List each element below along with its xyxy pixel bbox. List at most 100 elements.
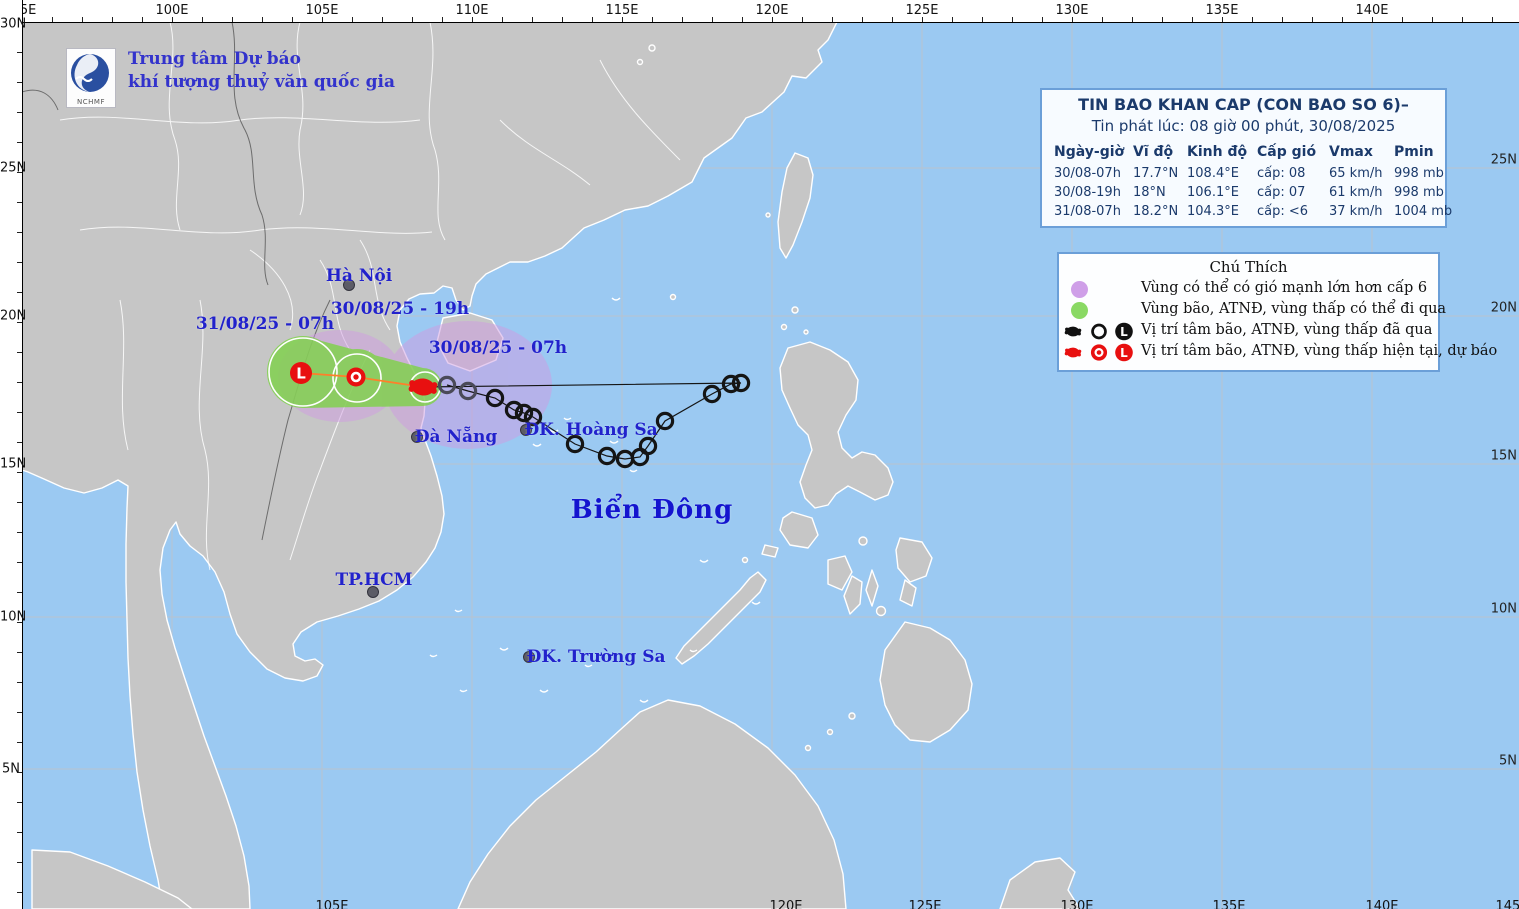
latitude-tick [17,292,22,293]
latitude-tick [17,832,22,833]
latitude-tick [17,862,22,863]
longitude-tick [1132,17,1133,22]
city-label: ĐK. Trường Sa [526,647,666,667]
longitude-label-bottom: 140E [1365,899,1399,909]
longitude-tick [1312,17,1313,22]
land-islet [669,293,677,301]
latitude-tick [17,382,22,383]
latitude-label-right: 20N [1490,300,1517,316]
land-islet [741,556,749,564]
legend-marker-icon [1064,346,1082,359]
latitude-label: 5N [2,761,20,777]
longitude-tick [112,17,113,22]
longitude-label-bottom: 130E [1060,899,1094,909]
longitude-tick [802,17,803,22]
city-label: Đà Nẵng [414,427,498,447]
longitude-tick [82,17,83,22]
forecast-table-header: Kinh độ [1187,144,1248,160]
latitude-tick [17,202,22,203]
longitude-label: 125E [905,3,939,18]
latitude-label-right: 10N [1490,601,1517,617]
longitude-label-bottom: 120E [769,899,803,909]
longitude-label-bottom: 125E [908,899,942,909]
longitude-tick [1432,17,1433,22]
land-islet [765,212,771,218]
legend-symbol-green-area [1059,300,1139,321]
forecast-table-header: Ngày-giờ [1054,144,1125,160]
forecast-table-cell: 17.7°N [1133,166,1179,181]
latitude-tick [17,892,22,893]
legend-item: Vị trí tâm bão, ATNĐ, vùng thấp hiện tại… [1059,342,1497,363]
city-label: Hà Nội [325,266,393,286]
longitude-label: 115E [605,3,639,18]
forecast-table-cell: 108.4°E [1187,166,1239,181]
forecast-table-cell: 65 km/h [1329,166,1383,181]
latitude-tick [17,352,22,353]
latitude-tick [17,682,22,683]
forecast-table-cell: 106.1°E [1187,185,1239,200]
logo-caption: NCHMF [77,98,105,106]
latitude-tick [17,262,22,263]
forecast-table-cell: 61 km/h [1329,185,1383,200]
legend-item-label: Vùng bão, ATNĐ, vùng thấp có thể đi qua [1141,301,1447,317]
legend-item-label: Vùng có thể có gió mạnh lớn hơn cấp 6 [1141,280,1428,296]
land-islet [804,744,812,752]
latitude-label: 25N [0,160,27,176]
forecast-table-cell: cấp: 08 [1257,166,1306,181]
land-masbate [858,536,868,546]
forecast-table-cell: 104.3°E [1187,204,1239,219]
latitude-label-right: 5N [1499,753,1517,769]
longitude-tick [682,17,683,22]
land-bohol [875,605,887,617]
longitude-tick [352,17,353,22]
latitude-tick [17,652,22,653]
longitude-tick [1192,17,1193,22]
longitude-tick [232,17,233,22]
legend-item-label: Vị trí tâm bão, ATNĐ, vùng thấp hiện tại… [1141,343,1498,359]
forecast-table-cell: 18°N [1133,185,1166,200]
forecast-table-cell: cấp: 07 [1257,185,1306,200]
longitude-tick [202,17,203,22]
legend-title: Chú Thích [1209,258,1288,276]
longitude-label-bottom: 105E [315,899,349,909]
longitude-tick [1282,17,1283,22]
latitude-axis-band: 30N 25N 20N 15N 10N 5N [0,0,27,909]
latitude-tick [17,532,22,533]
forecast-table-cell: 18.2°N [1133,204,1179,219]
legend-item: Vị trí tâm bão, ATNĐ, vùng thấp đã qua [1059,321,1438,342]
longitude-tick [1462,17,1463,22]
forecast-table-cell: 998 mb [1394,166,1444,181]
latitude-tick [17,502,22,503]
longitude-label: 135E [1205,3,1239,18]
land-islet [648,44,656,52]
longitude-label: 105E [305,3,339,18]
bulletin-issued-time: Tin phát lúc: 08 giờ 00 phút, 30/08/2025 [1091,117,1396,135]
forecast-table-cell: 37 km/h [1329,204,1383,219]
latitude-label: 15N [0,456,27,472]
longitude-label: 110E [455,3,489,18]
longitude-tick [292,17,293,22]
latitude-label: 10N [0,609,27,625]
longitude-tick [1402,17,1403,22]
longitude-tick [412,17,413,22]
forecast-table-header: Cấp gió [1257,144,1317,160]
longitude-label: 130E [1055,3,1089,18]
latitude-tick [17,592,22,593]
forecast-table-cell: cấp: <6 [1257,204,1309,219]
longitude-tick [1042,17,1043,22]
storm-bulletin-box: TIN BAO KHAN CAP (CON BAO SO 6)– Tin phá… [1040,88,1452,228]
longitude-tick [652,17,653,22]
bulletin-title: TIN BAO KHAN CAP (CON BAO SO 6)– [1078,95,1409,114]
purple-area-swatch [1071,281,1088,298]
latitude-label: 20N [0,308,27,324]
latitude-tick [17,742,22,743]
latitude-tick [17,802,22,803]
longitude-tick [952,17,953,22]
latitude-tick [17,112,22,113]
longitude-label: 120E [755,3,789,18]
legend-item: Vùng bão, ATNĐ, vùng thấp có thể đi qua [1059,300,1446,321]
longitude-tick [712,17,713,22]
longitude-tick [982,17,983,22]
longitude-tick [592,17,593,22]
latitude-tick [17,232,22,233]
